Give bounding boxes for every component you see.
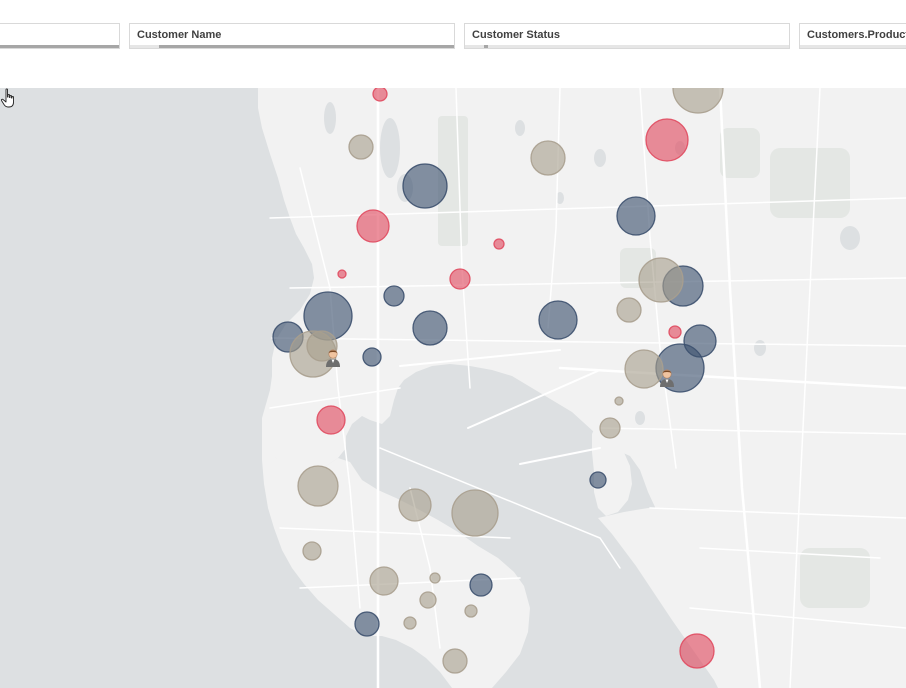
bubble-tan[interactable] xyxy=(530,140,566,176)
bubble-red[interactable] xyxy=(645,118,689,162)
bubble-blue[interactable] xyxy=(402,163,448,209)
bubble-blue[interactable] xyxy=(469,573,493,597)
lake xyxy=(324,102,336,134)
map-canvas[interactable] xyxy=(0,88,906,688)
lake xyxy=(840,226,860,250)
filter-pane-customer-name[interactable]: Customer Name xyxy=(129,23,455,49)
bubble-tan[interactable] xyxy=(403,616,417,630)
bubble-blue[interactable] xyxy=(383,285,405,307)
bubble-tan[interactable] xyxy=(442,648,468,674)
filter-label: Customers.Product xyxy=(807,29,906,41)
filter-pane-1[interactable] xyxy=(0,23,120,49)
bubble-tan[interactable] xyxy=(302,541,322,561)
bubble-red[interactable] xyxy=(493,238,505,250)
filter-state-fill xyxy=(159,45,454,48)
bubble-tan[interactable] xyxy=(297,465,339,507)
bubble-tan[interactable] xyxy=(638,257,684,303)
bubble-red[interactable] xyxy=(356,209,390,243)
bubble-tan[interactable] xyxy=(348,134,374,160)
bubble-red[interactable] xyxy=(679,633,715,669)
bubble-tan[interactable] xyxy=(451,489,499,537)
bubble-red[interactable] xyxy=(337,269,347,279)
map-view[interactable] xyxy=(0,88,906,688)
filter-state-bar xyxy=(465,45,789,48)
bubble-red[interactable] xyxy=(668,325,682,339)
hand-pointer-icon xyxy=(0,88,14,108)
filter-state-bar xyxy=(130,45,454,48)
bubble-blue[interactable] xyxy=(538,300,578,340)
filter-bar: Customer Name Customer Status Customers.… xyxy=(0,0,906,88)
park-area xyxy=(770,148,850,218)
bubble-blue[interactable] xyxy=(354,611,380,637)
filter-label: Customer Name xyxy=(137,29,222,41)
bubble-tan[interactable] xyxy=(419,591,437,609)
bubble-tan[interactable] xyxy=(616,297,642,323)
bubble-tan[interactable] xyxy=(369,566,399,596)
bubble-tan[interactable] xyxy=(429,572,441,584)
bubble-tan[interactable] xyxy=(614,396,624,406)
filter-label: Customer Status xyxy=(472,29,561,41)
filter-pane-customer-status[interactable]: Customer Status xyxy=(464,23,790,49)
lake xyxy=(515,120,525,136)
bubble-red[interactable] xyxy=(372,88,388,102)
bridge xyxy=(519,447,601,465)
lake xyxy=(754,340,766,356)
filter-state-bar xyxy=(0,45,119,48)
filter-state-bar xyxy=(800,45,906,48)
bubble-blue[interactable] xyxy=(589,471,607,489)
bubble-blue[interactable] xyxy=(412,310,448,346)
lake xyxy=(594,149,606,167)
bubble-tan[interactable] xyxy=(599,417,621,439)
bubble-tan[interactable] xyxy=(398,488,432,522)
lake xyxy=(635,411,645,425)
filter-state-fill xyxy=(484,45,488,48)
bubble-tan[interactable] xyxy=(464,604,478,618)
bubble-red[interactable] xyxy=(316,405,346,435)
bubble-red[interactable] xyxy=(449,268,471,290)
filter-pane-customers-product[interactable]: Customers.Product xyxy=(799,23,906,49)
lake xyxy=(380,118,400,178)
bubble-blue[interactable] xyxy=(616,196,656,236)
park-area xyxy=(720,128,760,178)
filter-state-fill xyxy=(0,45,119,48)
bubble-blue[interactable] xyxy=(362,347,382,367)
bubble-tan[interactable] xyxy=(624,349,664,389)
